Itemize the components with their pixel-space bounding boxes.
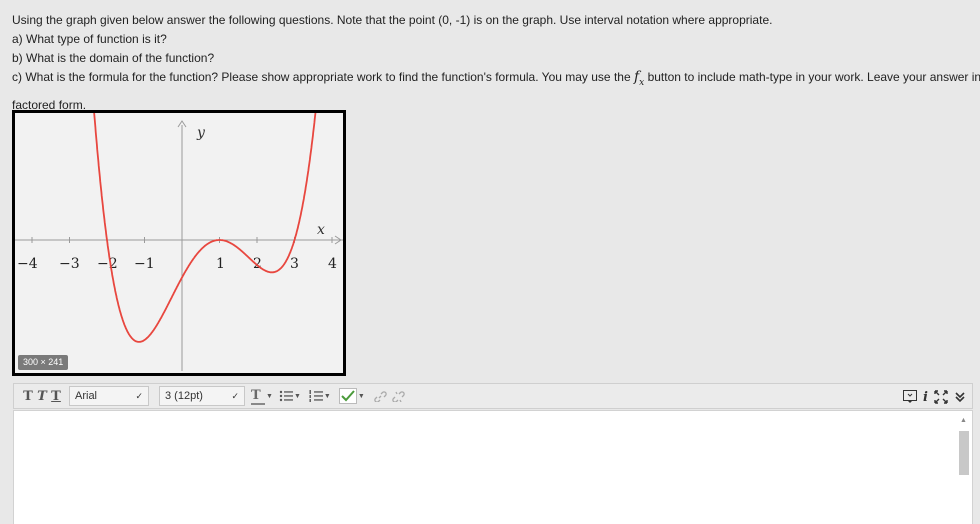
x-axis-label: x	[317, 222, 325, 238]
question-part-b: b) What is the domain of the function?	[12, 51, 215, 65]
text-color-button[interactable]: T ▼	[251, 385, 273, 407]
x-tick-label-neg2: −2	[97, 256, 118, 272]
dropdown-arrow-icon: ▼	[357, 392, 365, 400]
dropdown-arrow-icon: ▼	[266, 392, 273, 400]
question-part-c-end: button to include math-type in your work…	[647, 70, 980, 84]
info-icon: i	[923, 389, 928, 405]
spellcheck-icon	[338, 388, 357, 404]
question-part-c: c) What is the formula for the function?…	[12, 68, 980, 93]
font-size-value: 3 (12pt)	[165, 390, 203, 402]
font-family-value: Arial	[75, 390, 98, 402]
preview-button[interactable]	[903, 386, 918, 408]
unlink-icon	[392, 391, 405, 402]
numbered-list-icon	[309, 390, 323, 402]
chevron-down-icon: ✓	[135, 390, 143, 401]
x-tick-label-1: 1	[216, 256, 225, 272]
unordered-list-button[interactable]: ▼	[279, 385, 301, 407]
collapse-toolbar-button[interactable]	[954, 386, 966, 408]
bold-icon: T	[23, 388, 33, 404]
question-part-a: a) What type of function is it?	[12, 32, 167, 46]
scrollbar-thumb[interactable]	[959, 431, 969, 475]
editor-scrollbar[interactable]: ▲	[958, 415, 970, 523]
x-tick-label-neg4: −4	[17, 256, 38, 272]
image-size-badge: 300 × 241	[18, 355, 69, 370]
underline-icon: T	[51, 388, 61, 404]
x-tick-label-neg1: −1	[134, 256, 155, 272]
dropdown-arrow-icon: ▼	[293, 392, 301, 400]
font-size-select[interactable]: 3 (12pt) ✓	[159, 386, 245, 406]
function-graph-image: y x −4 −3 −2 −1 1 2 3 4 300 × 241	[12, 110, 346, 376]
question-part-c-start: c) What is the formula for the function?…	[12, 70, 631, 84]
insert-link-button[interactable]	[373, 385, 387, 407]
polynomial-curve	[93, 113, 317, 343]
fx-button-reference: fx	[633, 69, 645, 88]
answer-editor[interactable]: ▲	[13, 410, 973, 524]
x-tick-label-3: 3	[290, 256, 299, 272]
x-tick-label-2: 2	[253, 256, 262, 272]
ordered-list-button[interactable]: ▼	[309, 385, 331, 407]
chevron-down-icon: ✓	[231, 390, 239, 401]
x-tick-label-4: 4	[328, 256, 337, 272]
toolbar-right-tools: i	[903, 386, 966, 408]
info-button[interactable]: i	[923, 386, 928, 408]
x-tick-label-neg3: −3	[59, 256, 80, 272]
spellcheck-button[interactable]: ▼	[338, 385, 365, 407]
question-text: Using the graph given below answer the f…	[12, 11, 980, 115]
preview-icon	[903, 390, 918, 403]
editor-toolbar: T T T Arial ✓ 3 (12pt) ✓ T ▼ ▼ ▼ ▼ i	[13, 383, 973, 409]
bold-button[interactable]: T	[21, 385, 35, 407]
expand-icon	[934, 390, 948, 404]
font-family-select[interactable]: Arial ✓	[69, 386, 149, 406]
fullscreen-button[interactable]	[934, 386, 948, 408]
text-color-icon: T	[251, 388, 265, 405]
graph-svg: y x −4 −3 −2 −1 1 2 3 4	[15, 113, 343, 371]
double-chevron-down-icon	[955, 392, 965, 403]
underline-button[interactable]: T	[49, 385, 63, 407]
question-line-intro: Using the graph given below answer the f…	[12, 13, 773, 27]
bulleted-list-icon	[279, 390, 293, 402]
dropdown-arrow-icon: ▼	[323, 392, 331, 400]
remove-link-button[interactable]	[391, 385, 405, 407]
italic-icon: T	[37, 388, 47, 404]
link-icon	[374, 391, 387, 402]
y-axis-label: y	[196, 125, 206, 141]
scroll-up-icon[interactable]: ▲	[960, 417, 967, 424]
italic-button[interactable]: T	[35, 385, 49, 407]
